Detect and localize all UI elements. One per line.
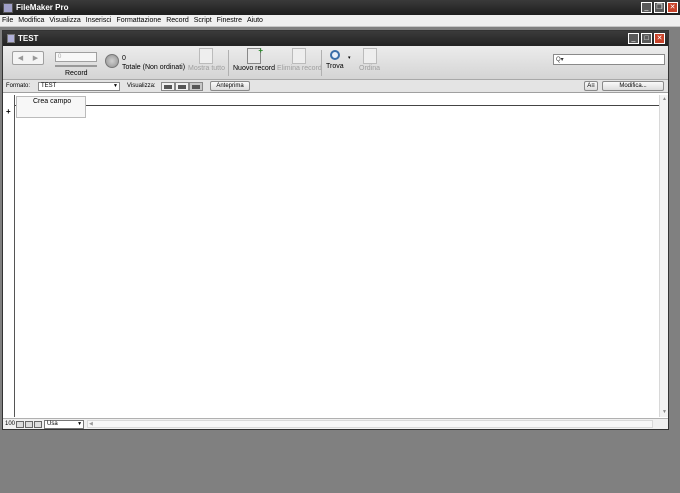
create-field-column[interactable]: Crea campo bbox=[16, 96, 86, 118]
sort-icon bbox=[362, 48, 377, 64]
minimize-button[interactable]: _ bbox=[641, 2, 652, 13]
add-record-icon[interactable]: + bbox=[6, 107, 11, 116]
next-record-icon[interactable]: ▶ bbox=[33, 54, 38, 62]
menu-visualizza[interactable]: Visualizza bbox=[49, 17, 80, 24]
create-field-label: Crea campo bbox=[33, 98, 72, 105]
record-slider[interactable] bbox=[55, 65, 97, 67]
toolbar-separator bbox=[228, 50, 229, 76]
close-button[interactable]: ✕ bbox=[667, 2, 678, 13]
menu-finestre[interactable]: Finestre bbox=[217, 17, 242, 24]
delete-record-label: Elimina record bbox=[277, 65, 322, 72]
menu-file[interactable]: File bbox=[2, 17, 13, 24]
delete-record-icon bbox=[292, 48, 307, 64]
app-window-controls: _ ❐ ✕ bbox=[641, 2, 678, 13]
document-icon bbox=[7, 34, 15, 43]
app-title: FileMaker Pro bbox=[16, 3, 69, 12]
menu-inserisci[interactable]: Inserisci bbox=[86, 17, 112, 24]
table-view-content: + Crea campo ▲ ▼ bbox=[3, 95, 668, 417]
found-set-pie-icon bbox=[105, 54, 119, 68]
status-toolbar: ◀ ▶ 0 Record 0 Totale (Non ordinati) Mos… bbox=[3, 46, 668, 80]
magnifier-icon bbox=[329, 50, 340, 60]
new-record-button[interactable]: + Nuovo record bbox=[233, 46, 276, 72]
mode-value: Usa bbox=[47, 420, 58, 427]
preview-button[interactable]: Anteprima bbox=[210, 81, 250, 91]
edit-layout-button[interactable]: Modifica... bbox=[602, 81, 664, 91]
horizontal-scrollbar[interactable]: ◀ bbox=[87, 420, 654, 428]
menu-script[interactable]: Script bbox=[194, 17, 212, 24]
scroll-up-icon[interactable]: ▲ bbox=[661, 96, 668, 103]
doc-maximize-button[interactable]: □ bbox=[641, 33, 652, 44]
chevron-down-icon: ▼ bbox=[77, 420, 83, 427]
show-all-label: Mostra tutto bbox=[188, 65, 225, 72]
zoom-out-icon[interactable] bbox=[16, 420, 25, 428]
record-navigation-book[interactable]: ◀ ▶ bbox=[12, 51, 44, 65]
table-view-button[interactable] bbox=[189, 82, 203, 91]
find-label: Trova bbox=[326, 63, 344, 70]
document-window: TEST _ □ ✕ ◀ ▶ 0 Record 0 Totale (Non or… bbox=[2, 30, 669, 430]
menu-formattazione[interactable]: Formattazione bbox=[116, 17, 161, 24]
menu-record[interactable]: Record bbox=[166, 17, 189, 24]
document-title: TEST bbox=[18, 34, 39, 43]
scroll-down-icon[interactable]: ▼ bbox=[661, 409, 668, 416]
mode-select[interactable]: Usa ▼ bbox=[44, 419, 85, 429]
format-value: TEST bbox=[41, 83, 57, 89]
list-view-icon bbox=[178, 84, 186, 89]
current-record-field[interactable]: 0 bbox=[55, 52, 97, 62]
total-label: Totale (Non ordinati) bbox=[122, 64, 186, 71]
record-label: Record bbox=[65, 70, 88, 77]
toolbar-separator bbox=[321, 50, 322, 76]
document-titlebar: TEST _ □ ✕ bbox=[3, 31, 668, 46]
show-all-icon bbox=[199, 48, 214, 64]
header-divider bbox=[15, 105, 661, 106]
find-button[interactable]: Trova bbox=[326, 48, 344, 70]
format-select[interactable]: TEST ▼ bbox=[38, 82, 120, 91]
chevron-down-icon: ▼ bbox=[113, 83, 118, 89]
restore-button[interactable]: ❐ bbox=[654, 2, 665, 13]
layout-bar: Formato: TEST ▼ Visualizza: Anteprima A≡… bbox=[3, 80, 668, 93]
document-window-controls: _ □ ✕ bbox=[628, 33, 665, 44]
find-dropdown-icon[interactable]: ▾ bbox=[348, 55, 351, 61]
text-format-button[interactable]: A≡ bbox=[584, 81, 598, 91]
list-view-button[interactable] bbox=[175, 82, 189, 91]
scroll-left-icon[interactable]: ◀ bbox=[89, 421, 93, 427]
new-record-icon: + bbox=[247, 46, 263, 64]
menu-aiuto[interactable]: Aiuto bbox=[247, 17, 263, 24]
bottom-status-bar: 100 Usa ▼ ◀ bbox=[3, 418, 668, 429]
view-mode-buttons bbox=[161, 82, 203, 91]
sort-label: Ordina bbox=[359, 65, 381, 72]
delete-record-button[interactable]: Elimina record bbox=[277, 48, 322, 72]
menu-modifica[interactable]: Modifica bbox=[18, 17, 44, 24]
app-titlebar: FileMaker Pro _ ❐ ✕ bbox=[0, 0, 680, 15]
prev-record-icon[interactable]: ◀ bbox=[18, 54, 23, 62]
filemaker-app-icon bbox=[3, 2, 13, 13]
quick-find-search[interactable]: Q▾ bbox=[553, 54, 665, 65]
new-record-label: Nuovo record bbox=[233, 65, 276, 72]
vertical-scrollbar[interactable]: ▲ ▼ bbox=[659, 95, 668, 417]
doc-minimize-button[interactable]: _ bbox=[628, 33, 639, 44]
format-label: Formato: bbox=[6, 83, 31, 89]
toggle-toolbar-icon[interactable] bbox=[34, 420, 43, 428]
form-view-icon bbox=[164, 84, 172, 89]
zoom-level[interactable]: 100 bbox=[5, 421, 15, 427]
search-icon[interactable]: Q▾ bbox=[556, 56, 564, 63]
table-view-icon bbox=[192, 84, 200, 89]
sort-button[interactable]: Ordina bbox=[359, 48, 380, 72]
view-label: Visualizza: bbox=[127, 83, 156, 89]
menubar: File Modifica Visualizza Inserisci Forma… bbox=[0, 15, 680, 27]
record-gutter: + bbox=[3, 95, 15, 417]
zoom-in-icon[interactable] bbox=[25, 420, 34, 428]
found-count: 0 bbox=[122, 55, 126, 62]
doc-close-button[interactable]: ✕ bbox=[654, 33, 665, 44]
show-all-button[interactable]: Mostra tutto bbox=[188, 48, 225, 72]
form-view-button[interactable] bbox=[161, 82, 175, 91]
